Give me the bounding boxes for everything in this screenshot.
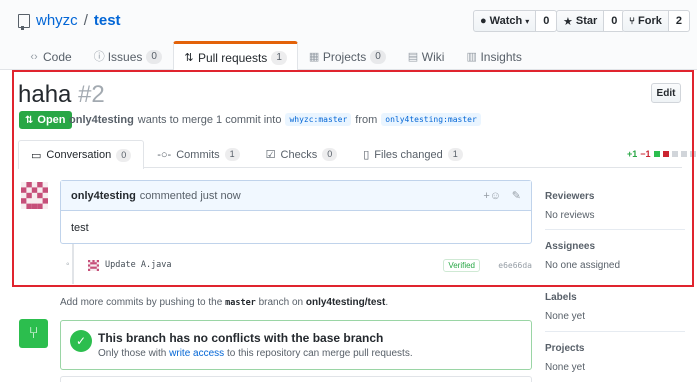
commit-message-link[interactable]: Update A.java xyxy=(105,260,172,270)
comment-author-link[interactable]: only4testing xyxy=(71,190,136,202)
pencil-icon[interactable]: ✎ xyxy=(512,189,521,202)
tab-wiki[interactable]: ▤ Wiki xyxy=(397,41,456,71)
checklist-icon: ☑ xyxy=(265,149,276,161)
pull-request-icon: ⇅ xyxy=(25,114,34,126)
head-branch[interactable]: only4testing:master xyxy=(381,113,481,126)
sidebar-labels: Labels None yet xyxy=(545,292,685,322)
sidebar-projects: Projects None yet xyxy=(545,343,685,373)
tab-insights[interactable]: ▥ Insights xyxy=(455,41,532,71)
watch-count[interactable]: 0 xyxy=(536,10,558,32)
sidebar-assignees: Assignees No one assigned xyxy=(545,241,685,271)
reviewers-value: No reviews xyxy=(545,210,595,221)
commit-icon: ◦ xyxy=(66,259,70,270)
state-badge: ⇅ Open xyxy=(19,111,72,129)
issue-icon: ⓘ xyxy=(93,50,105,63)
diffstat-block xyxy=(689,151,696,157)
tab-pull-requests[interactable]: ⇅ Pull requests 1 xyxy=(172,41,298,71)
commit-sha-link[interactable]: e6e66da xyxy=(498,261,532,270)
diffstat-block xyxy=(662,151,669,157)
repo-tabs: ‹› Code ⓘ Issues 0 ⇅ Pull requests 1 ▦ P… xyxy=(18,41,533,71)
comment-icon: ▭ xyxy=(31,149,42,162)
fork-group: ⑂ Fork 2 xyxy=(622,10,690,32)
code-icon: ‹› xyxy=(30,50,38,63)
commit-icon: -○- xyxy=(157,148,172,161)
book-icon: ▤ xyxy=(407,50,419,63)
labels-value: None yet xyxy=(545,311,586,322)
diffstat-block xyxy=(680,151,687,157)
pr-author-link[interactable]: only4testing xyxy=(69,114,134,126)
pr-title: haha #2 xyxy=(18,81,105,109)
pull-requests-count: 1 xyxy=(271,50,287,65)
verified-badge[interactable]: Verified xyxy=(443,258,480,272)
assignees-value: No one assigned xyxy=(545,260,621,271)
fork-count[interactable]: 2 xyxy=(668,10,690,32)
tab-projects[interactable]: ▦ Projects 0 xyxy=(298,41,397,71)
deletions-count: −1 xyxy=(640,149,651,159)
chevron-down-icon: ▾ xyxy=(525,16,530,26)
commit-author-avatar[interactable] xyxy=(88,259,99,271)
base-branch[interactable]: whyzc:master xyxy=(285,113,352,126)
projects-value: None yet xyxy=(545,362,586,373)
eye-icon: ● xyxy=(480,15,487,27)
fork-icon: ⑂ xyxy=(629,15,635,27)
reviewers-heading[interactable]: Reviewers xyxy=(545,191,685,202)
watch-group: ● Watch ▾ 0 xyxy=(473,10,558,32)
merge-status-title: This branch has no conflicts with the ba… xyxy=(98,331,384,345)
next-box-edge xyxy=(60,376,532,382)
diffstat: +1 −1 xyxy=(627,149,696,159)
tab-code[interactable]: ‹› Code xyxy=(18,41,83,71)
tab-commits[interactable]: -○- Commits 1 xyxy=(144,140,252,168)
repo-title: whyzc / test xyxy=(18,12,121,30)
branch-name: master xyxy=(225,298,256,308)
pr-meta: only4testing wants to merge 1 commit int… xyxy=(69,113,481,126)
watch-button[interactable]: ● Watch ▾ xyxy=(473,10,537,32)
projects-heading[interactable]: Projects xyxy=(545,343,685,354)
tab-files-changed[interactable]: ▯ Files changed 1 xyxy=(350,140,476,168)
avatar[interactable] xyxy=(21,182,48,209)
comment-timestamp: commented just now xyxy=(139,189,241,202)
diffstat-block xyxy=(671,151,678,157)
add-reaction-icon[interactable]: +☺ xyxy=(483,190,501,202)
tab-checks[interactable]: ☑ Checks 0 xyxy=(253,140,351,168)
projects-count: 0 xyxy=(370,49,386,64)
check-icon: ✓ xyxy=(70,330,92,352)
merge-status-subtitle: Only those with write access to this rep… xyxy=(98,348,413,359)
diffstat-block xyxy=(653,151,660,157)
comment-body: test xyxy=(71,222,89,234)
issues-count: 0 xyxy=(146,49,162,64)
repo-name-link[interactable]: test xyxy=(94,12,121,29)
sidebar-reviewers: Reviewers No reviews xyxy=(545,191,685,221)
star-icon: ★ xyxy=(563,15,573,28)
additions-count: +1 xyxy=(627,149,638,159)
pull-request-icon: ⇅ xyxy=(184,51,194,64)
commit-row: ◦ Update A.java Verified e6e66da xyxy=(66,257,532,273)
labels-heading[interactable]: Labels xyxy=(545,292,685,303)
merge-status-box: ✓ This branch has no conflicts with the … xyxy=(60,320,532,370)
project-icon: ▦ xyxy=(308,50,320,63)
assignees-heading[interactable]: Assignees xyxy=(545,241,685,252)
write-access-link[interactable]: write access xyxy=(169,348,224,359)
sidebar-divider xyxy=(545,229,685,230)
repo-link[interactable]: only4testing/test xyxy=(306,297,385,308)
repo-icon xyxy=(18,13,30,30)
add-commits-note: Add more commits by pushing to the maste… xyxy=(60,297,389,308)
star-group: ★ Star 0 xyxy=(556,10,626,32)
repo-separator: / xyxy=(83,12,88,29)
tab-conversation[interactable]: ▭ Conversation 0 xyxy=(18,140,145,169)
repo-owner-link[interactable]: whyzc xyxy=(36,12,78,29)
star-button[interactable]: ★ Star xyxy=(556,10,605,32)
tab-issues[interactable]: ⓘ Issues 0 xyxy=(83,41,173,71)
pr-tabs: ▭ Conversation 0 -○- Commits 1 ☑ Checks … xyxy=(18,140,682,169)
pr-title-text: haha xyxy=(18,81,72,108)
comment-box: only4testing commented just now +☺ ✎ tes… xyxy=(60,180,532,244)
git-merge-icon: ⑂ xyxy=(19,319,48,348)
fork-button[interactable]: ⑂ Fork xyxy=(622,10,669,32)
edit-button[interactable]: Edit xyxy=(651,83,681,103)
file-diff-icon: ▯ xyxy=(363,149,370,161)
comment-header: only4testing commented just now xyxy=(61,181,531,211)
sidebar-divider xyxy=(545,331,685,332)
graph-icon: ▥ xyxy=(466,50,477,63)
pr-number: #2 xyxy=(78,81,105,108)
